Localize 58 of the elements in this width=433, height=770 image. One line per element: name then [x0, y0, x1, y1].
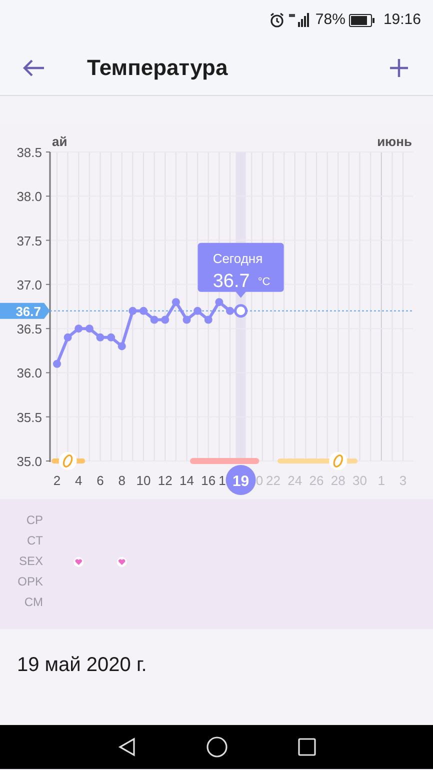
back-nav-icon[interactable] [118, 737, 136, 757]
x-axis-label: 12 [158, 473, 172, 488]
y-axis-label: 38.0 [16, 189, 42, 204]
tracker-row-label: CM [24, 595, 43, 609]
y-axis-label: 37.0 [16, 277, 42, 292]
y-axis-label: 36.5 [16, 322, 42, 337]
today-badge[interactable]: 19 [226, 465, 256, 495]
y-axis-label: 36.0 [16, 366, 42, 381]
tracker-row-label: OPK [18, 574, 43, 588]
recents-nav-icon[interactable] [298, 738, 316, 756]
data-point [53, 360, 61, 368]
data-point [64, 333, 72, 342]
battery-icon [349, 14, 376, 26]
x-axis-label: 10 [136, 473, 151, 488]
back-arrow-icon [23, 58, 45, 76]
x-axis-label: 4 [75, 473, 82, 488]
tracker-row-label: CP [26, 513, 43, 527]
tooltip: Сегодня 36.7 °C [198, 242, 284, 298]
tracker-row-label: SEX [18, 554, 43, 568]
page-title: Температура [87, 54, 229, 82]
data-point [161, 316, 170, 324]
x-axis-label: 14 [180, 473, 194, 488]
data-point [215, 298, 224, 306]
x-axis-label: 8 [118, 473, 126, 488]
clock-time: 19:16 [383, 10, 421, 30]
month-label: ай [52, 134, 68, 149]
data-point [194, 306, 202, 315]
data-point [182, 316, 191, 324]
battery-percent: 78% [315, 10, 346, 30]
data-point [96, 333, 104, 342]
data-point [85, 324, 94, 333]
data-point [128, 306, 137, 315]
tracker-row-label: CT [27, 534, 43, 548]
x-axis-label: 16 [201, 473, 216, 488]
today-point[interactable] [234, 304, 248, 318]
data-point [204, 316, 212, 324]
month-label: июнь [377, 134, 412, 149]
y-axis-label: 38.5 [16, 145, 42, 160]
data-point [118, 342, 126, 350]
signal-icon [289, 13, 312, 27]
selected-date: 19 май 2020 г. [17, 654, 147, 676]
plus-icon [389, 58, 409, 78]
y-axis-label: 37.5 [16, 233, 42, 248]
data-point [107, 333, 116, 342]
data-point [74, 324, 83, 333]
reference-value-marker: 36.7 [0, 302, 50, 319]
data-point [150, 316, 158, 324]
data-point [226, 306, 234, 315]
home-nav-icon[interactable] [206, 736, 228, 758]
x-axis-label: 1 [218, 473, 226, 488]
alarm-icon [269, 12, 286, 28]
data-point [172, 298, 180, 306]
y-axis-label: 35.5 [16, 410, 42, 425]
ref-line-label: 36.7 [16, 304, 41, 319]
x-axis-label: 2 [53, 473, 61, 488]
y-axis-label: 35.0 [16, 454, 42, 469]
data-point [140, 306, 148, 315]
x-axis-label: 6 [96, 473, 104, 488]
